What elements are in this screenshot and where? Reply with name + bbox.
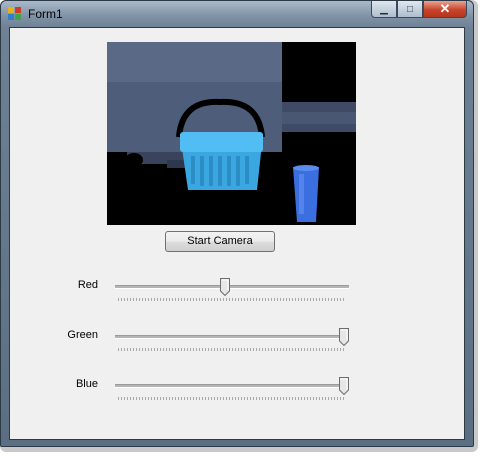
slider-red[interactable] (115, 278, 349, 304)
slider-track (115, 335, 349, 339)
slider-blue[interactable] (115, 377, 349, 403)
camera-preview (107, 42, 356, 225)
slider-label-red: Red (77, 279, 98, 291)
camera-image (107, 42, 356, 225)
maximize-button[interactable]: □ (397, 1, 423, 18)
window-title: Form1 (28, 7, 63, 21)
close-button[interactable]: ✕ (423, 1, 467, 18)
app-icon (8, 7, 22, 21)
slider-ticks (118, 397, 346, 400)
slider-track (115, 384, 349, 388)
slider-ticks (118, 298, 346, 301)
caption-buttons: ▁ □ ✕ (371, 1, 467, 19)
slider-label-blue: Blue (75, 378, 98, 390)
maximize-icon: □ (406, 3, 414, 15)
slider-ticks (118, 348, 346, 351)
main-window: Form1 ▁ □ ✕ Start Camera Red Green Blue (0, 0, 474, 447)
start-camera-button[interactable]: Start Camera (165, 231, 275, 252)
slider-green[interactable] (115, 328, 349, 354)
slider-thumb[interactable] (220, 278, 231, 297)
slider-track (115, 285, 349, 289)
title-bar[interactable]: Form1 ▁ □ ✕ (1, 1, 473, 27)
slider-thumb[interactable] (339, 377, 349, 396)
minimize-button[interactable]: ▁ (371, 1, 397, 18)
close-icon: ✕ (439, 1, 451, 16)
form-client-area: Start Camera Red Green Blue (9, 27, 465, 440)
slider-label-green: Green (67, 329, 98, 341)
slider-thumb[interactable] (339, 328, 349, 347)
minimize-icon: ▁ (380, 3, 388, 15)
